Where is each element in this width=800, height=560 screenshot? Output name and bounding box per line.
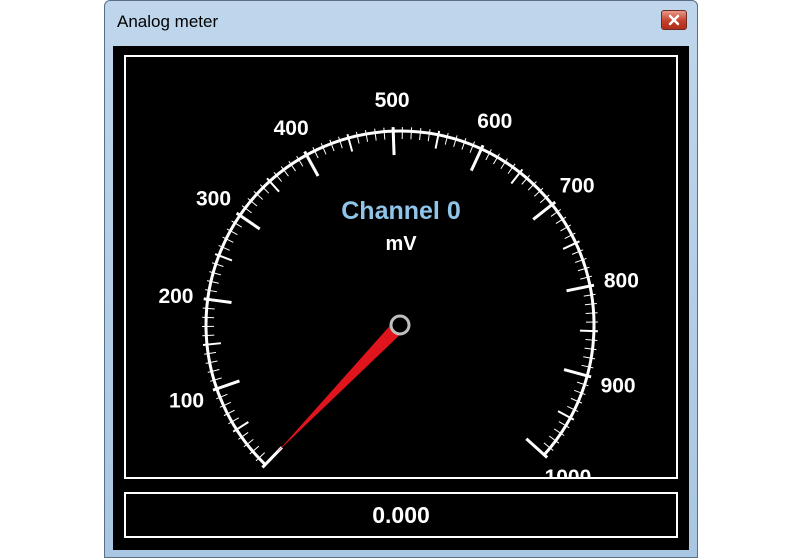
scale-arc [204, 129, 596, 466]
major-tick [532, 200, 557, 221]
minor-tick [581, 364, 594, 369]
gauge-scale [202, 127, 598, 469]
scale-label-400: 400 [274, 117, 309, 140]
major-tick [469, 144, 485, 172]
minor-tick [583, 356, 596, 360]
unit-label: mV [385, 233, 417, 255]
scale-label-900: 900 [601, 374, 636, 397]
minor-tick [207, 369, 220, 373]
scale-label-100: 100 [169, 389, 204, 412]
minor-tick [444, 132, 449, 145]
scale-label-1000: 1000 [545, 466, 592, 477]
minor-tick [585, 339, 598, 341]
title-bar[interactable]: Analog meter [105, 1, 697, 47]
meter-client-area: 01002003004005006007008009001000 Channel… [113, 46, 689, 550]
minor-tick [410, 127, 413, 140]
gauge-panel: 01002003004005006007008009001000 Channel… [124, 55, 678, 479]
minor-tick [205, 289, 218, 293]
minor-tick [204, 351, 217, 355]
analog-meter-window: Analog meter 010020030040050060070080090… [104, 0, 698, 558]
channel-label: Channel 0 [341, 197, 460, 225]
close-icon [668, 14, 680, 26]
mid-tick [579, 329, 598, 333]
minor-tick [419, 128, 422, 141]
scale-label-200: 200 [158, 285, 193, 308]
needle-pivot [389, 314, 411, 336]
minor-tick [206, 280, 219, 284]
major-tick [525, 437, 549, 459]
scale-label-800: 800 [604, 270, 639, 293]
gauge-needle [276, 320, 406, 454]
readout-value: 0.000 [372, 501, 430, 528]
major-tick [391, 127, 396, 156]
minor-tick [209, 271, 222, 276]
scale-label-500: 500 [375, 89, 410, 112]
scale-label-700: 700 [560, 175, 595, 198]
minor-tick [584, 302, 597, 306]
minor-tick [427, 129, 431, 142]
mid-tick [266, 177, 280, 193]
minor-tick [383, 127, 386, 140]
scale-label-300: 300 [196, 187, 231, 210]
minor-tick [355, 131, 360, 144]
close-button[interactable] [661, 10, 687, 30]
minor-tick [584, 347, 597, 351]
minor-tick [202, 307, 215, 310]
minor-tick [202, 334, 215, 337]
minor-tick [583, 293, 596, 297]
scale-label-600: 600 [477, 110, 512, 133]
minor-tick [580, 275, 593, 280]
major-tick [303, 150, 320, 177]
window-title: Analog meter [117, 12, 219, 31]
minor-tick [364, 129, 369, 142]
analog-gauge: 01002003004005006007008009001000 Channel… [158, 89, 639, 477]
minor-tick [374, 128, 377, 141]
digital-readout: 0.000 [124, 492, 678, 538]
minor-tick [205, 360, 218, 364]
minor-tick [585, 312, 598, 314]
